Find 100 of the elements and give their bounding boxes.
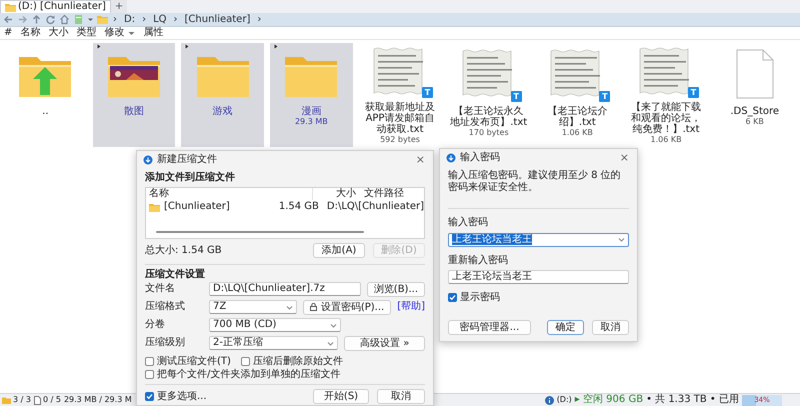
chevron-icon (185, 44, 190, 49)
column-header[interactable]: 大小 (48, 27, 68, 39)
folder-icon (5, 2, 16, 12)
file-name: 散图 (124, 106, 144, 117)
scrollbar-thumb[interactable] (156, 230, 364, 232)
caret-icon (286, 304, 293, 310)
breadcrumb-item[interactable]: LQ (151, 14, 169, 26)
free-space: ▸ 空闲 906 GB (574, 394, 644, 406)
file-name: .DS_Store (730, 106, 780, 117)
list-cell: [Chunlieater] (164, 201, 230, 213)
caret-icon (618, 236, 625, 243)
file-list[interactable]: 名称 大小 文件路径 [Chunlieater] 1.54 GB D:\LQ\[Chunlieater] (145, 186, 425, 238)
new-tab-button[interactable]: + (110, 0, 128, 13)
dropdown[interactable]: 7Z (209, 300, 297, 314)
checkbox[interactable] (145, 370, 154, 379)
breadcrumb-item[interactable]: [Chunlieater] (182, 14, 252, 26)
browse-button[interactable]: 浏览(B)... (366, 282, 425, 296)
file-tile[interactable]: 漫画 29.3 MB (270, 43, 353, 147)
column-header[interactable]: 属性 (143, 27, 164, 39)
add-button[interactable]: 添加(A) (313, 243, 365, 258)
cancel-button[interactable]: 取消 (377, 389, 425, 404)
column-header[interactable]: 类型 (76, 27, 96, 39)
close-button[interactable]: × (414, 154, 427, 165)
file-name: .. (42, 106, 49, 117)
dialog-description: 输入压缩包密码。建议使用至少 8 位的密码来保证安全性。 (448, 170, 622, 194)
file-tile[interactable]: T 【来了就能下载和观看的论坛，纯免费！】.txt 1.06 KB (624, 43, 708, 147)
close-button[interactable]: × (618, 152, 631, 163)
up-icon[interactable] (31, 14, 42, 25)
file-type-badge: T (599, 91, 610, 102)
dialog-button[interactable]: 密码管理器... (448, 320, 531, 334)
column-header[interactable]: # (4, 27, 12, 39)
password-confirm-field[interactable]: 上老王论坛当老王 (448, 270, 629, 284)
file-tile[interactable]: T 【老王论坛介绍】.txt 1.06 KB (536, 43, 619, 147)
file-size: 29.3 MB (294, 117, 328, 127)
breadcrumb-item[interactable]: D: (122, 14, 138, 26)
info-icon (544, 396, 554, 404)
column-header[interactable]: 名称 (20, 27, 40, 39)
lock-icon (310, 303, 317, 311)
field-label: 输入密码 (448, 217, 489, 228)
refresh-icon[interactable] (45, 14, 56, 25)
list-column-header[interactable]: 名称 (146, 188, 312, 200)
file-tile[interactable]: 散图 (92, 43, 176, 147)
size-summary: 29.3 MB / 29.3 M (64, 395, 132, 405)
file-tile[interactable]: T 【老王论坛永久地址发布页】.txt 170 bytes (447, 43, 530, 147)
tab[interactable]: (D:) [Chunlieater] (0, 0, 111, 13)
app-icon (143, 154, 153, 164)
checkbox[interactable] (145, 392, 154, 401)
file-tile[interactable]: T 获取最新地址及APP请发邮箱自动获取.txt 592 bytes (358, 43, 442, 147)
set-password-button[interactable]: 设置密码(P)... (302, 300, 392, 314)
list-cell-text: 1.54 GB (278, 201, 320, 213)
back-icon[interactable] (3, 14, 14, 25)
file-name: 【老王论坛永久地址发布页】.txt (449, 106, 528, 128)
checkbox-label: 把每个文件/文件夹添加到单独的压缩文件 (157, 368, 340, 380)
column-header[interactable]: 修改 (104, 27, 136, 39)
file-tile[interactable]: 游戏 (181, 43, 264, 147)
list-column-header[interactable]: 文件路径 (360, 188, 404, 200)
dialog-button[interactable]: 确定 (547, 320, 584, 334)
file-type-badge: T (510, 91, 522, 102)
filename-field[interactable]: D:\LQ\[Chunlieater].7z (209, 282, 361, 296)
dropdown[interactable]: 700 MB (CD) (209, 318, 341, 332)
bookmark-icon[interactable] (73, 14, 84, 25)
file-tile[interactable]: .. (4, 43, 87, 147)
field-label: 压缩格式 (145, 301, 186, 313)
breadcrumb-separator: › (256, 14, 262, 26)
selection-count: 3 / 3 (13, 395, 31, 405)
file-size: 592 bytes (380, 135, 420, 145)
checkbox-label: 测试压缩文件(T) (157, 356, 231, 368)
file-icon (734, 48, 775, 100)
section-heading: 添加文件到压缩文件 (145, 172, 236, 184)
home-icon[interactable] (59, 14, 70, 25)
password-field[interactable]: 上老王论坛当老王 (448, 232, 629, 246)
file-name: 漫画 (301, 106, 322, 117)
breadcrumb-separator: › (172, 14, 179, 26)
file-icon (34, 396, 41, 404)
start-button[interactable]: 开始(S) (313, 389, 369, 404)
forward-icon[interactable] (17, 14, 28, 25)
checkbox[interactable] (240, 357, 250, 366)
checkbox[interactable] (448, 293, 457, 302)
file-name: 【来了就能下载和观看的论坛，纯免费！】.txt (630, 102, 702, 135)
chevron-icon (96, 44, 101, 49)
caret-icon (327, 340, 334, 346)
folder-icon (149, 202, 160, 212)
chevron-icon (274, 44, 278, 49)
field-label: 压缩级别 (145, 337, 186, 349)
breadcrumb-separator: › (112, 14, 118, 26)
advanced-settings-button[interactable]: 高级设置 » (344, 336, 425, 350)
dropdown[interactable]: 2-正常压缩 (209, 336, 338, 350)
file-tile[interactable]: .DS_Store 6 KB (713, 43, 796, 147)
checkbox-label: 显示密码 (460, 292, 500, 304)
dialog-button[interactable]: 取消 (592, 320, 629, 334)
file-count: 0 / 5 (42, 395, 61, 405)
checkbox[interactable] (145, 357, 154, 366)
list-column-header[interactable]: 大小 (312, 188, 360, 200)
drive-label: (D:) (556, 395, 572, 405)
section-heading: 压缩文件设置 (145, 268, 206, 280)
field-label: 文件名 (145, 283, 176, 295)
file-size: 6 KB (746, 117, 764, 127)
file-size: 1.06 KB (650, 135, 682, 145)
help-link[interactable]: [帮助] (397, 301, 425, 313)
caret-icon (330, 322, 337, 328)
